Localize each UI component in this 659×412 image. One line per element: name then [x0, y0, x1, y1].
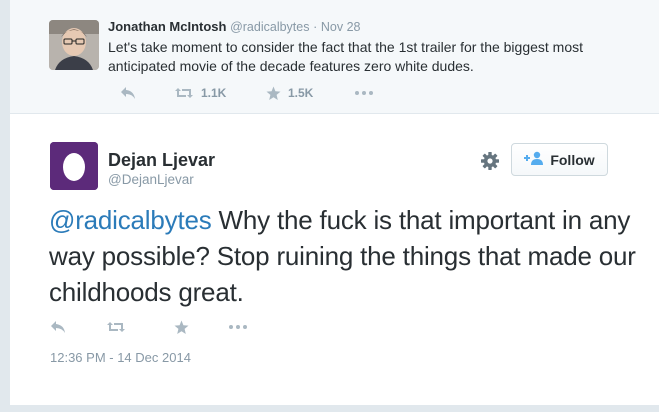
parent-retweet-button[interactable]: 1.1K — [174, 84, 226, 102]
parent-author-handle[interactable]: @radicalbytes — [230, 20, 309, 34]
parent-tweet[interactable]: Jonathan McIntosh @radicalbytes · Nov 28… — [10, 0, 659, 114]
main-author-handle[interactable]: @DejanLjevar — [108, 172, 194, 187]
main-author-avatar[interactable] — [50, 142, 98, 190]
main-author-name[interactable]: Dejan Ljevar — [108, 150, 215, 171]
main-favorite-button[interactable] — [174, 318, 189, 336]
follow-person-icon — [524, 151, 544, 168]
parent-tweet-date[interactable]: Nov 28 — [321, 20, 361, 34]
parent-tweet-header: Jonathan McIntosh @radicalbytes · Nov 28 — [108, 19, 361, 34]
main-reply-button[interactable] — [50, 318, 66, 336]
parent-reply-button[interactable] — [120, 84, 136, 102]
more-icon — [354, 90, 374, 96]
main-tweet-text: @radicalbytes Why the fuck is that impor… — [49, 202, 639, 310]
tweet-permalink-card: Jonathan McIntosh @radicalbytes · Nov 28… — [9, 0, 659, 405]
mention-link[interactable]: @radicalbytes — [49, 205, 212, 235]
favorite-icon — [174, 320, 189, 335]
favorite-icon — [266, 86, 281, 101]
parent-retweet-count: 1.1K — [201, 86, 227, 100]
more-icon — [228, 324, 248, 330]
retweet-icon — [106, 320, 126, 334]
parent-author-avatar[interactable] — [49, 20, 99, 70]
parent-more-button[interactable] — [354, 84, 374, 102]
main-more-button[interactable] — [228, 318, 248, 336]
reply-icon — [50, 320, 66, 334]
reply-icon — [120, 86, 136, 100]
gear-icon[interactable] — [480, 151, 500, 171]
parent-author-name[interactable]: Jonathan McIntosh — [108, 19, 226, 34]
follow-button-label: Follow — [550, 151, 595, 168]
parent-favorite-count: 1.5K — [288, 86, 314, 100]
parent-favorite-button[interactable]: 1.5K — [266, 84, 313, 102]
follow-button[interactable]: Follow — [511, 143, 608, 176]
retweet-icon — [174, 86, 194, 100]
main-tweet-timestamp[interactable]: 12:36 PM - 14 Dec 2014 — [50, 350, 191, 365]
main-retweet-button[interactable] — [106, 318, 126, 336]
header-separator: · — [313, 20, 318, 34]
parent-tweet-text: Let's take moment to consider the fact t… — [108, 39, 584, 74]
